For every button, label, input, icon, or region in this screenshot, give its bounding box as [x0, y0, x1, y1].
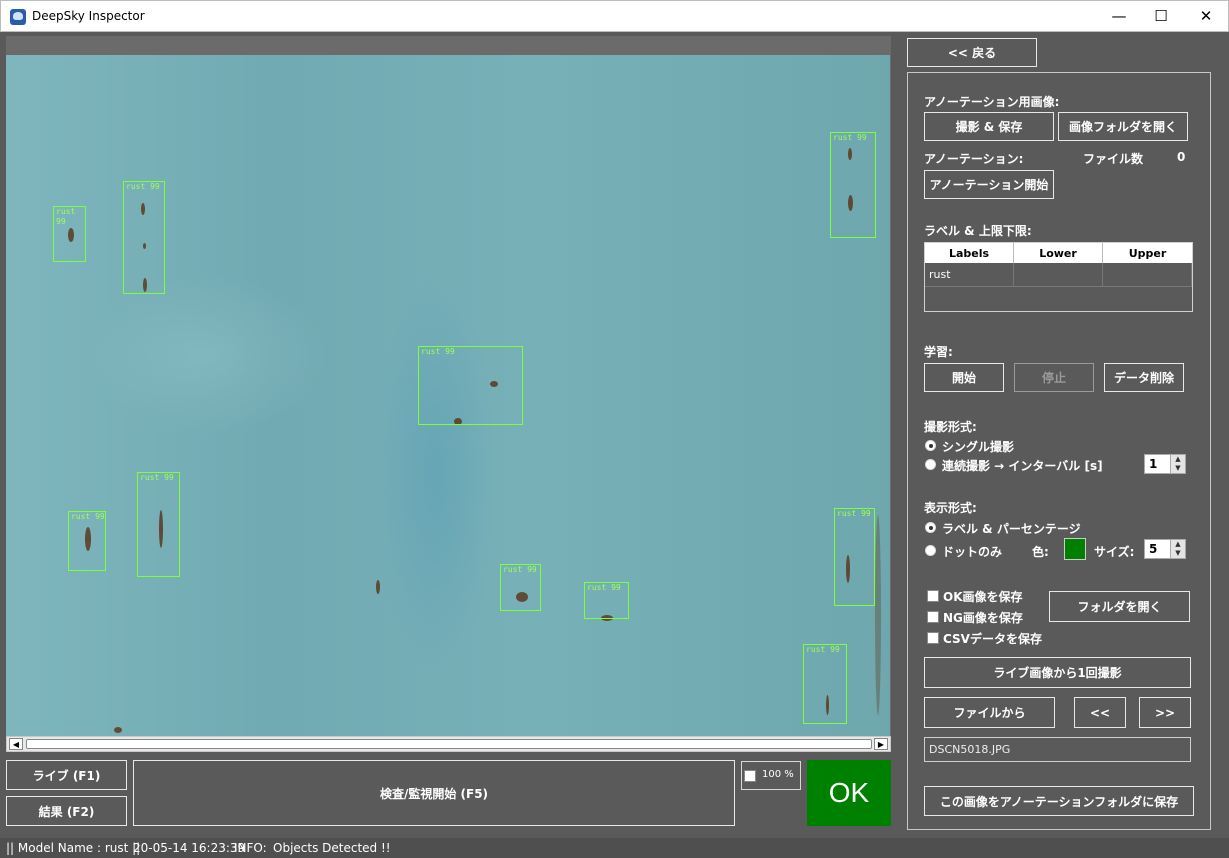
detection-label: rust 99 — [833, 133, 867, 142]
zoom-control[interactable]: 100 % — [741, 761, 801, 790]
dot-only-label: ドットのみ — [942, 545, 1003, 559]
capture-save-button[interactable]: 撮影 & 保存 — [924, 112, 1054, 141]
detection-label: rust 99 — [837, 509, 871, 518]
column-header-labels: Labels — [925, 243, 1014, 263]
file-count-value: 0 — [1177, 150, 1186, 164]
status-model: || Model Name : rust || — [6, 841, 141, 855]
file-count-label: ファイル数 — [1083, 152, 1144, 166]
detection-label: rust 99 — [806, 645, 840, 654]
annotation-label: アノーテーション: — [924, 152, 1024, 166]
single-capture-radio[interactable] — [925, 440, 936, 451]
dot-color-swatch[interactable] — [1064, 538, 1086, 560]
single-capture-label: シングル撮影 — [942, 440, 1015, 454]
labels-limits-heading: ラベル & 上限下限: — [924, 224, 1032, 238]
detection-box: rust 99 — [123, 181, 165, 294]
close-window-button[interactable]: ✕ — [1183, 1, 1229, 32]
zoom-label: 100 % — [762, 769, 794, 780]
title-bar: DeepSky Inspector — ☐ ✕ — [0, 0, 1229, 32]
detection-label: rust 99 — [421, 347, 455, 356]
save-ng-images-checkbox[interactable] — [927, 611, 939, 623]
table-cell-label[interactable]: rust — [925, 263, 1014, 287]
save-ng-images-label: NG画像を保存 — [943, 611, 1023, 625]
display-mode-heading: 表示形式: — [924, 501, 977, 515]
column-header-upper: Upper — [1103, 243, 1192, 263]
live-button[interactable]: ライブ (F1) — [6, 760, 127, 790]
next-file-button[interactable]: >> — [1139, 697, 1191, 728]
delete-data-button[interactable]: データ削除 — [1104, 363, 1184, 392]
column-header-lower: Lower — [1014, 243, 1103, 263]
continuous-capture-radio[interactable] — [925, 459, 936, 470]
detection-box: rust 99 — [418, 346, 523, 425]
detection-box: rust 99 — [53, 206, 86, 262]
interval-value: 1 — [1149, 457, 1158, 471]
image-viewport[interactable]: rust 99 rust 99 rust 99 rust 99 rust 99 … — [6, 36, 891, 736]
table-cell-upper[interactable] — [1103, 263, 1192, 287]
detection-box: rust 99 — [803, 644, 847, 724]
scrollbar-thumb[interactable] — [26, 739, 872, 749]
status-timestamp: 20-05-14 16:23:39 — [133, 841, 246, 855]
ok-result-indicator: OK — [807, 760, 891, 826]
open-image-folder-button[interactable]: 画像フォルダを開く — [1058, 112, 1188, 141]
start-annotation-button[interactable]: アノーテーション開始 — [924, 170, 1054, 199]
labels-grid[interactable]: Labels Lower Upper rust — [924, 242, 1193, 312]
status-info-label: INFO: — [234, 841, 267, 855]
horizontal-scrollbar[interactable]: ◀ ▶ — [6, 736, 891, 752]
continuous-capture-label: 連続撮影 → インターバル [s] — [942, 459, 1103, 473]
color-label: 色: — [1032, 545, 1049, 559]
save-ok-images-label: OK画像を保存 — [943, 590, 1023, 604]
table-cell-lower[interactable] — [1014, 263, 1103, 287]
label-percent-label: ラベル & パーセンテージ — [942, 522, 1081, 536]
current-file-field[interactable]: DSCN5018.JPG — [924, 737, 1191, 762]
detection-label: rust 99 — [587, 583, 621, 592]
maximize-button[interactable]: ☐ — [1138, 1, 1184, 32]
annotation-image-heading: アノーテーション用画像: — [924, 95, 1060, 109]
capture-once-button[interactable]: ライブ画像から1回撮影 — [924, 657, 1191, 688]
back-button[interactable]: << 戻る — [907, 38, 1037, 67]
training-start-button[interactable]: 開始 — [924, 363, 1004, 392]
detection-label: rust 99 — [140, 473, 174, 482]
training-heading: 学習: — [924, 345, 953, 359]
inspect-start-button[interactable]: 検査/監視開始 (F5) — [133, 760, 735, 826]
detection-label: rust 99 — [503, 565, 537, 574]
detection-label: rust 99 — [71, 512, 105, 521]
size-stepper[interactable]: 5 ▲ ▼ — [1144, 539, 1186, 559]
training-stop-button[interactable]: 停止 — [1014, 363, 1094, 392]
open-folder-button[interactable]: フォルダを開く — [1049, 591, 1190, 622]
result-button[interactable]: 結果 (F2) — [6, 796, 127, 826]
scroll-right-icon[interactable]: ▶ — [874, 738, 888, 750]
label-percent-radio[interactable] — [925, 522, 936, 533]
size-label: サイズ: — [1094, 545, 1135, 559]
inspection-image: rust 99 rust 99 rust 99 rust 99 rust 99 … — [6, 55, 890, 736]
scroll-left-icon[interactable]: ◀ — [9, 738, 23, 750]
increment-icon[interactable]: ▲ — [1170, 540, 1185, 549]
detection-box: rust 99 — [137, 472, 180, 577]
status-info-message: Objects Detected !! — [273, 841, 391, 855]
detection-box: rust 99 — [584, 582, 629, 619]
window-title: DeepSky Inspector — [32, 9, 145, 23]
detection-box: rust 99 — [68, 511, 106, 571]
detection-label: rust 99 — [56, 207, 76, 226]
minimize-button[interactable]: — — [1096, 1, 1142, 32]
save-csv-checkbox[interactable] — [927, 632, 939, 644]
detection-box: rust 99 — [834, 508, 875, 606]
save-csv-label: CSVデータを保存 — [943, 632, 1042, 646]
dot-only-radio[interactable] — [925, 545, 936, 556]
decrement-icon[interactable]: ▼ — [1170, 549, 1185, 558]
zoom-checkbox[interactable] — [744, 770, 756, 782]
detection-box: rust 99 — [830, 132, 876, 238]
decrement-icon[interactable]: ▼ — [1170, 464, 1185, 473]
increment-icon[interactable]: ▲ — [1170, 455, 1185, 464]
detection-box: rust 99 — [500, 564, 541, 611]
size-value: 5 — [1149, 542, 1158, 556]
detection-label: rust 99 — [126, 182, 160, 191]
previous-file-button[interactable]: << — [1074, 697, 1126, 728]
status-bar: || Model Name : rust || 20-05-14 16:23:3… — [0, 838, 1229, 858]
app-logo-icon — [10, 9, 26, 25]
interval-stepper[interactable]: 1 ▲ ▼ — [1144, 454, 1186, 474]
save-ok-images-checkbox[interactable] — [927, 590, 939, 602]
capture-mode-heading: 撮影形式: — [924, 420, 977, 434]
from-file-button[interactable]: ファイルから — [924, 697, 1055, 728]
save-to-annotation-button[interactable]: この画像をアノーテーションフォルダに保存 — [924, 786, 1194, 816]
